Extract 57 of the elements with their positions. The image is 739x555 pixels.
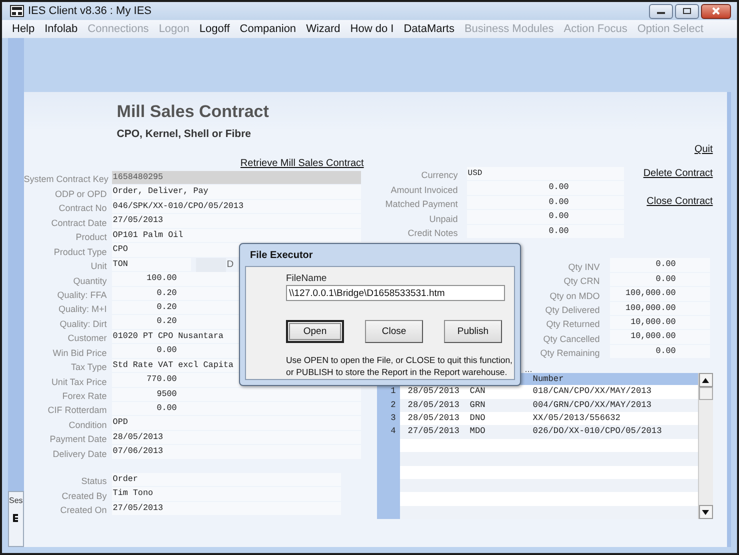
field-label: Quality: Dirt: [58, 318, 108, 330]
field-label: Delivery Date: [52, 448, 108, 460]
field-label: Contract No: [58, 202, 108, 214]
form-subtitle: CPO, Kernel, Shell or Fibre: [116, 128, 252, 142]
table-cell-text: 28/05/2013: [406, 398, 460, 412]
field-label: Product: [74, 231, 108, 244]
field-label: Condition: [68, 418, 108, 431]
table-cell-text: 28/05/2013: [406, 385, 460, 398]
field-label: Status: [80, 475, 108, 488]
field-label: Contract Date: [50, 216, 108, 229]
form-title: Mill Sales Contract: [116, 102, 270, 123]
field-label: Quantity: [72, 274, 108, 286]
field-label: Unpaid: [428, 212, 459, 225]
field-label: Qty Remaining: [539, 347, 601, 360]
field-label: Qty INV: [567, 260, 601, 273]
field-label: Unit Tax Price: [50, 376, 108, 388]
row-number: 2: [376, 398, 400, 412]
session-label: Ses: [9, 495, 23, 505]
field-label: FileName: [286, 273, 328, 285]
field-label: Quality: M+I: [58, 303, 108, 316]
field-label: System Contract Key: [24, 173, 110, 186]
field-label: Qty Returned: [545, 318, 601, 330]
field-label: CIF Rotterdam: [46, 404, 108, 416]
field-label: D: [226, 259, 234, 270]
table-cell-text: MDO: [470, 425, 486, 438]
field-label: Tax Type: [70, 361, 108, 374]
field-label: Payment Date: [48, 433, 108, 446]
field-label: ODP or OPD: [54, 188, 108, 200]
field-label: Quality: FFA: [56, 288, 108, 301]
table-cell-text: GRN: [470, 398, 486, 412]
field-label: Win Bid Price: [52, 346, 108, 359]
table-cell-text: XX/05/2013/556632: [532, 412, 622, 426]
field-label: Matched Payment: [384, 198, 459, 210]
field-label: Created On: [59, 504, 108, 516]
field-label: Forex Rate: [61, 390, 108, 402]
column-overflow-label: ...: [524, 364, 532, 374]
row-number: 1: [376, 385, 400, 399]
field-label: Qty Cancelled: [542, 332, 601, 345]
table-cell-text: 28/05/2013: [406, 412, 460, 426]
field-label: Product Type: [52, 246, 108, 258]
table-cell-text: 026/DO/XX-010/CPO/05/2013: [532, 425, 663, 438]
table-cell-text: 27/05/2013: [406, 425, 460, 438]
field-label: Customer: [66, 332, 108, 344]
row-number: 4: [376, 425, 400, 439]
field-label: Qty CRN: [562, 275, 601, 288]
field-label: Unit: [90, 260, 108, 272]
field-label: Currency: [420, 169, 459, 182]
table-cell-text: 004/GRN/CPO/XX/MAY/2013: [532, 398, 652, 412]
row-number: 3: [376, 412, 400, 426]
table-cell-text: CAN: [470, 385, 486, 398]
field-label: Credit Notes: [406, 227, 459, 240]
field-label: Amount Invoiced: [390, 184, 459, 196]
window-title: IES Client v8.36 : My IES: [28, 5, 152, 17]
field-label: Created By: [60, 490, 108, 502]
table-cell-text: 018/CAN/CPO/XX/MAY/2013: [532, 385, 652, 398]
field-label: Qty Delivered: [544, 304, 601, 316]
table-cell-text: DNO: [470, 412, 486, 426]
